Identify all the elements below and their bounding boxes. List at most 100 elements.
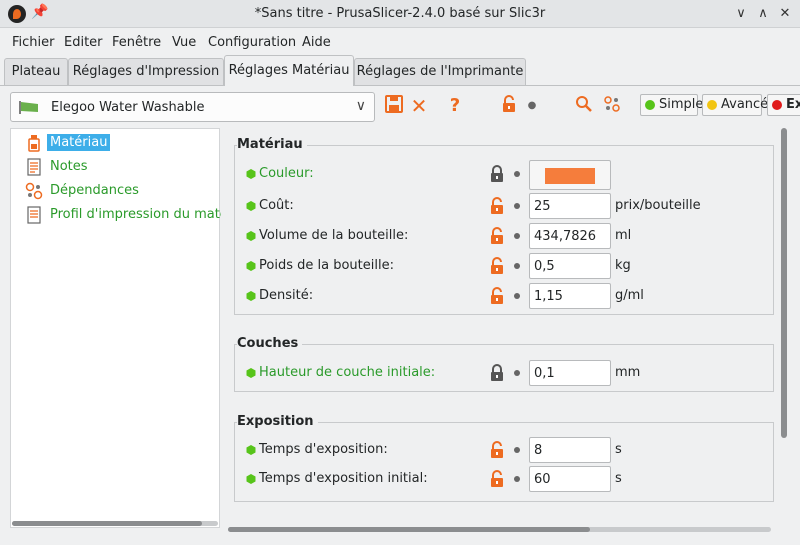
unlock-icon[interactable] <box>489 441 505 459</box>
poids-bouteille-input[interactable]: 0,5 <box>529 253 611 279</box>
label-couleur: Couleur: <box>259 166 314 181</box>
red-dot-icon <box>772 100 782 110</box>
page-vertical-scrollbar[interactable] <box>780 128 788 523</box>
unit-poids: kg <box>615 258 631 273</box>
tree-item-profil-impression[interactable]: Profil d'impression du matériau <box>25 205 221 225</box>
group-title-materiau: Matériau <box>237 137 307 152</box>
menu-configuration[interactable]: Configuration <box>208 35 296 50</box>
row-couleur: Couleur: <box>234 160 774 190</box>
close-icon[interactable]: ✕ <box>774 3 796 25</box>
system-value-dot-icon[interactable] <box>514 370 520 376</box>
lock-icon[interactable] <box>489 364 505 382</box>
menu-fichier[interactable]: Fichier <box>12 35 55 50</box>
tab-reglages-materiau[interactable]: Réglages Matériau <box>224 55 354 86</box>
unlock-icon[interactable] <box>498 95 520 117</box>
hauteur-couche-initiale-input[interactable]: 0,1 <box>529 360 611 386</box>
tree-horizontal-scrollbar[interactable] <box>12 521 218 526</box>
scrollbar-thumb[interactable] <box>228 527 590 532</box>
window-title: *Sans titre - PrusaSlicer-2.4.0 basé sur… <box>254 6 546 21</box>
tree-item-notes[interactable]: Notes <box>25 157 221 177</box>
chevron-down-icon: ∨ <box>355 98 366 114</box>
title-bar: 📌 *Sans titre - PrusaSlicer-2.4.0 basé s… <box>0 0 800 28</box>
system-value-dot-icon[interactable] <box>514 476 520 482</box>
group-line <box>234 344 774 345</box>
unit-densite: g/ml <box>615 288 644 303</box>
row-temps-exposition: Temps d'exposition: 8 s <box>234 436 774 464</box>
tree-label: Profil d'impression du matériau <box>50 207 221 222</box>
system-value-dot-icon[interactable] <box>514 447 520 453</box>
row-densite: Densité: 1,15 g/ml <box>234 282 774 310</box>
mode-avance-button[interactable]: Avancé <box>702 94 768 116</box>
green-hexagon-icon <box>246 445 256 455</box>
tab-bar: Plateau Réglages d'Impression Réglages M… <box>0 55 800 86</box>
compare-icon[interactable] <box>601 95 623 117</box>
green-hexagon-icon <box>246 169 256 179</box>
preset-select[interactable]: Elegoo Water Washable ∨ <box>10 92 375 122</box>
unlock-icon[interactable] <box>489 227 505 245</box>
page-horizontal-scrollbar[interactable] <box>228 527 771 532</box>
chevron-down-icon[interactable]: ∨ <box>730 3 752 25</box>
system-value-dot-icon[interactable] <box>514 233 520 239</box>
settings-page: Matériau Couleur: Coût: 25 prix/bouteill… <box>228 128 786 523</box>
unlock-icon[interactable] <box>489 287 505 305</box>
mode-expert-label: Ex <box>786 97 800 112</box>
unit-cout: prix/bouteille <box>615 198 701 213</box>
system-value-dot-icon[interactable] <box>514 263 520 269</box>
unlock-icon[interactable] <box>489 197 505 215</box>
green-hexagon-icon <box>246 231 256 241</box>
color-swatch <box>545 168 595 184</box>
color-picker-button[interactable] <box>529 160 611 190</box>
mode-expert-button[interactable]: Ex <box>767 94 800 116</box>
tab-reglages-imprimante[interactable]: Réglages de l'Imprimante <box>354 58 526 85</box>
row-temps-exposition-initial: Temps d'exposition initial: 60 s <box>234 465 774 493</box>
scrollbar-thumb[interactable] <box>781 128 787 438</box>
temps-exposition-initial-input[interactable]: 60 <box>529 466 611 492</box>
green-hexagon-icon <box>246 368 256 378</box>
profile-icon <box>27 206 41 224</box>
system-value-dot-icon[interactable] <box>514 293 520 299</box>
tab-reglages-impression[interactable]: Réglages d'Impression <box>68 58 224 85</box>
unit-temps-exposition-initial: s <box>615 471 622 486</box>
temps-exposition-input[interactable]: 8 <box>529 437 611 463</box>
search-icon[interactable] <box>573 95 595 117</box>
tree-item-materiau[interactable]: Matériau <box>25 133 221 153</box>
label-volume-bouteille: Volume de la bouteille: <box>259 228 409 243</box>
tree-label: Dépendances <box>50 183 139 198</box>
unlock-icon[interactable] <box>489 257 505 275</box>
menu-editer[interactable]: Editer <box>64 35 103 50</box>
tree-item-dependances[interactable]: Dépendances <box>25 181 221 201</box>
unlock-icon[interactable] <box>489 470 505 488</box>
system-value-dot-icon[interactable] <box>514 203 520 209</box>
green-dot-icon <box>645 100 655 110</box>
label-cout: Coût: <box>259 198 294 213</box>
menu-aide[interactable]: Aide <box>302 35 331 50</box>
resin-bottle-icon <box>28 135 40 152</box>
tab-plateau[interactable]: Plateau <box>4 58 68 85</box>
cout-input[interactable]: 25 <box>529 193 611 219</box>
chevron-up-icon[interactable]: ∧ <box>752 3 774 25</box>
tree-label: Notes <box>50 159 88 174</box>
menu-vue[interactable]: Vue <box>172 35 196 50</box>
densite-input[interactable]: 1,15 <box>529 283 611 309</box>
lock-icon[interactable] <box>489 165 505 183</box>
mode-simple-button[interactable]: Simple <box>640 94 703 116</box>
system-value-dot-icon[interactable] <box>514 171 520 177</box>
menu-fenetre[interactable]: Fenêtre <box>112 35 161 50</box>
notes-icon <box>27 158 41 176</box>
scrollbar-thumb[interactable] <box>12 521 202 526</box>
delete-icon[interactable]: ✕ <box>408 95 430 117</box>
preset-label: Elegoo Water Washable <box>51 100 205 115</box>
save-icon[interactable] <box>383 95 405 117</box>
label-densite: Densité: <box>259 288 314 303</box>
volume-bouteille-input[interactable]: 434,7826 <box>529 223 611 249</box>
row-cout: Coût: 25 prix/bouteille <box>234 192 774 220</box>
label-temps-exposition: Temps d'exposition: <box>259 442 388 457</box>
flag-icon <box>19 101 38 114</box>
dot-icon: ● <box>527 100 537 111</box>
page-tree: Matériau Notes Dépendances Profil d'impr… <box>10 128 221 528</box>
group-line <box>234 145 774 146</box>
label-poids-bouteille: Poids de la bouteille: <box>259 258 394 273</box>
green-hexagon-icon <box>246 291 256 301</box>
unit-temps-exposition: s <box>615 442 622 457</box>
help-icon[interactable]: ? <box>444 95 466 117</box>
